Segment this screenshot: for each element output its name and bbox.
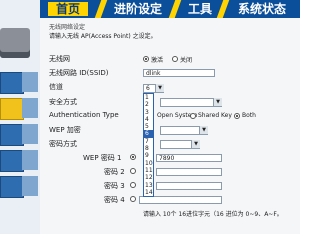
wireless-label: 无线网 <box>49 55 70 63</box>
wep-key3-label: 密码 3 <box>104 182 125 190</box>
ssid-input[interactable]: dlink <box>143 69 215 77</box>
intro-text: 请输入无线 AP(Access Point) 之设定。 <box>49 33 157 40</box>
sidebar-button-4[interactable] <box>0 150 24 172</box>
tab-home[interactable]: 首页 <box>48 2 89 16</box>
channel-option[interactable]: 3 <box>144 109 153 116</box>
wep-key2-radio[interactable] <box>130 168 136 174</box>
chevron-down-icon[interactable]: ▼ <box>213 98 222 106</box>
channel-option[interactable]: 11 <box>144 167 153 174</box>
security-label: 安全方式 <box>49 98 77 106</box>
wep-key4-input[interactable] <box>139 196 222 204</box>
sidebar-strip-5 <box>22 176 38 196</box>
sidebar-button-3[interactable] <box>0 124 24 146</box>
wep-key2-input[interactable] <box>156 168 222 176</box>
ssid-label: 无线网路 ID(SSID) <box>49 69 109 77</box>
auth-shared-radio[interactable] <box>190 113 196 119</box>
channel-option[interactable]: 12 <box>144 174 153 181</box>
channel-dropdown-list[interactable]: 1 2 3 4 5 6 7 8 9 10 11 12 13 14 <box>143 93 154 198</box>
wep-label: WEP 加密 <box>49 126 81 134</box>
channel-option[interactable]: 8 <box>144 145 153 152</box>
chevron-down-icon[interactable]: ▼ <box>191 140 200 148</box>
auth-both-label: Both <box>242 112 256 119</box>
sidebar-strip-2 <box>22 98 38 118</box>
wep-key1-label: WEP 密码 1 <box>83 154 122 162</box>
wep-key2-label: 密码 2 <box>104 168 125 176</box>
channel-label: 信道 <box>49 83 63 91</box>
channel-option[interactable]: 2 <box>144 101 153 108</box>
tab-status[interactable]: 系统状态 <box>238 2 286 16</box>
wireless-disable-radio[interactable] <box>172 56 178 62</box>
wep-key3-radio[interactable] <box>130 182 136 188</box>
wep-key4-radio[interactable] <box>130 196 136 202</box>
wep-key4-label: 密码 4 <box>104 196 125 204</box>
auth-both-radio[interactable] <box>234 113 240 119</box>
wep-key3-input[interactable] <box>156 182 222 190</box>
tab-tools[interactable]: 工具 <box>188 2 212 16</box>
channel-option[interactable]: 13 <box>144 182 153 189</box>
key-hint-text: 请输入 10个 16进位字元（16 进位为 0~9、A~F。 <box>143 211 283 218</box>
router-image <box>0 28 30 58</box>
wireless-enable-label: 激活 <box>151 57 164 64</box>
tab-advanced[interactable]: 进阶设定 <box>114 2 162 16</box>
sidebar-strip-4 <box>22 150 38 170</box>
wireless-enable-radio[interactable] <box>143 56 149 62</box>
wireless-disable-label: 关闭 <box>180 57 193 64</box>
channel-option[interactable]: 4 <box>144 116 153 123</box>
chevron-down-icon[interactable]: ▼ <box>199 126 208 134</box>
auth-label: Authentication Type <box>49 111 119 119</box>
channel-option[interactable]: 5 <box>144 123 153 130</box>
sidebar-strip-1 <box>22 72 38 92</box>
channel-option[interactable]: 10 <box>144 160 153 167</box>
wep-key1-radio[interactable] <box>130 154 136 160</box>
sidebar-button-1[interactable] <box>0 72 24 94</box>
auth-shared-label: Shared Key <box>198 112 232 119</box>
section-title: 无线网络设定 <box>49 24 86 31</box>
sidebar-button-5[interactable] <box>0 176 24 198</box>
sidebar-strip-3 <box>22 124 38 144</box>
channel-option[interactable]: 14 <box>144 189 153 196</box>
channel-option[interactable]: 7 <box>144 138 153 145</box>
wep-key1-input[interactable]: 7890 <box>156 154 222 162</box>
channel-option[interactable]: 6 <box>144 130 153 138</box>
channel-option[interactable]: 1 <box>144 94 153 101</box>
key-type-label: 密码方式 <box>49 140 77 148</box>
sidebar-button-wireless[interactable] <box>0 98 24 120</box>
channel-option[interactable]: 9 <box>144 152 153 159</box>
chevron-down-icon[interactable]: ▼ <box>155 84 164 92</box>
